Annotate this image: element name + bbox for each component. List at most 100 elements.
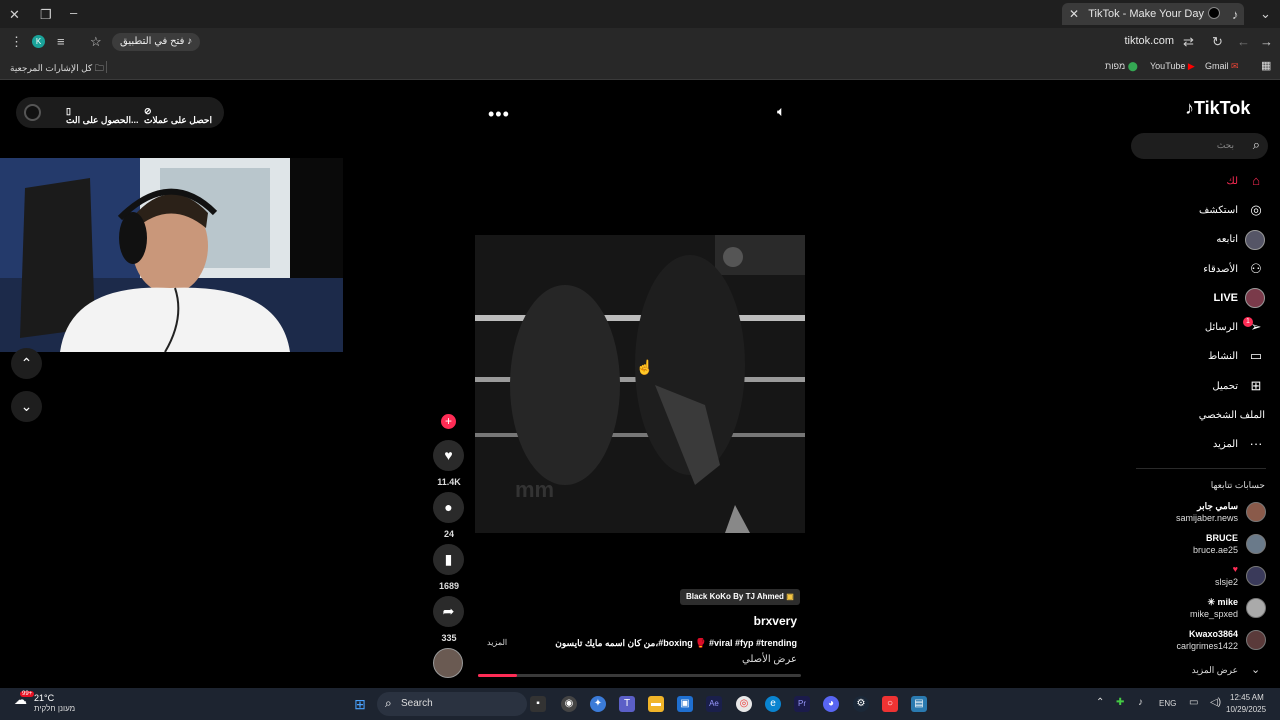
taskbar-search[interactable]: ⌕ Search	[377, 692, 527, 716]
music-disc-avatar[interactable]	[433, 648, 463, 678]
tiktok-logo[interactable]: ♪TikTok	[1185, 98, 1250, 119]
app-icon-1[interactable]: ◉	[561, 696, 577, 712]
caption-more-link[interactable]: المزيد	[487, 638, 507, 647]
following-avatar-icon[interactable]	[1245, 230, 1265, 250]
clock-time[interactable]: 12:45 AM	[1230, 693, 1264, 702]
account-handle[interactable]: carlgrimes1422	[1176, 641, 1238, 651]
share-button[interactable]: ➦	[433, 596, 464, 627]
weather-temp[interactable]: 21°C	[34, 693, 54, 703]
open-in-app-chip[interactable]: فتح في التطبيق ♪	[112, 33, 201, 51]
app-icon-red[interactable]: ○	[882, 696, 898, 712]
get-app-button[interactable]: الحصول على الت... ▯	[66, 106, 139, 125]
like-button[interactable]: ♥	[433, 440, 464, 471]
profile-avatar[interactable]: K	[32, 35, 45, 48]
nav-friends[interactable]: الأصدقاء	[1203, 264, 1238, 275]
tray-app-icon[interactable]: ✚	[1116, 697, 1124, 708]
chevron-down-icon[interactable]: ⌄	[1251, 663, 1260, 676]
comment-button[interactable]: ●	[433, 492, 464, 523]
nav-live[interactable]: LIVE	[1214, 292, 1238, 304]
nav-profile[interactable]: الملف الشخصي	[1199, 410, 1265, 421]
menu-dots-icon[interactable]: ⋮	[10, 35, 23, 48]
show-original-link[interactable]: عرض الأصلي	[742, 654, 797, 665]
account-name[interactable]: ✳ mike	[1207, 597, 1238, 608]
search-icon[interactable]: ⌕	[1253, 137, 1260, 153]
save-button[interactable]: ▮	[433, 544, 464, 575]
language-indicator[interactable]: ENG	[1159, 699, 1176, 708]
nav-explore[interactable]: استكشف	[1199, 205, 1238, 216]
next-video-button[interactable]: ⌄	[11, 391, 42, 422]
see-more-accounts[interactable]: عرض المزيد	[1192, 665, 1238, 676]
nav-messages[interactable]: الرسائل	[1205, 322, 1238, 333]
account-handle[interactable]: mike_spxed	[1190, 609, 1238, 619]
tray-overflow-icon[interactable]: ⌃	[1096, 697, 1104, 708]
nav-for-you[interactable]: لك	[1227, 176, 1238, 187]
premiere-icon[interactable]: Pr	[794, 696, 810, 712]
nav-following[interactable]: اتابعه	[1216, 234, 1238, 245]
bookmark-star-icon[interactable]: ☆	[90, 35, 102, 48]
search-input[interactable]: بحث ⌕	[1131, 133, 1268, 159]
microphone-icon[interactable]: ♪	[1138, 697, 1143, 708]
follow-plus-button[interactable]: +	[441, 414, 456, 429]
chrome-icon[interactable]: ◎	[736, 696, 752, 712]
account-avatar[interactable]	[1246, 534, 1266, 554]
video-progress-bar[interactable]	[478, 674, 801, 677]
file-explorer-icon[interactable]: ▬	[648, 696, 664, 712]
edge-icon[interactable]: e	[765, 696, 781, 712]
account-handle[interactable]: slsje2	[1215, 577, 1238, 587]
account-name[interactable]: سامي جابر	[1197, 501, 1238, 512]
windows-start-icon[interactable]: ⊞	[352, 696, 368, 712]
compass-icon[interactable]: ◎	[1247, 201, 1265, 219]
discord-icon[interactable]: ◕	[823, 696, 839, 712]
reading-list-icon[interactable]: ≡	[57, 35, 65, 48]
clock-date[interactable]: 10/29/2025	[1226, 705, 1266, 714]
account-avatar[interactable]	[1246, 598, 1266, 618]
friends-icon[interactable]: ⚇	[1247, 260, 1265, 278]
tab-search-icon[interactable]: ⌄	[1260, 7, 1271, 20]
volume-icon[interactable]: 🔈︎	[777, 103, 785, 120]
account-handle[interactable]: samijaber.news	[1176, 513, 1238, 523]
upload-icon[interactable]: ⊞	[1247, 377, 1265, 395]
minimize-window-icon[interactable]: –	[70, 6, 77, 19]
nav-activity[interactable]: النشاط	[1208, 351, 1238, 362]
app-icon-blue[interactable]: ▤	[911, 696, 927, 712]
live-icon[interactable]	[1245, 288, 1265, 308]
account-avatar[interactable]	[1246, 630, 1266, 650]
close-window-icon[interactable]: ✕	[9, 8, 20, 21]
music-chip[interactable]: Black KoKo By TJ Ahmed ▣	[680, 589, 800, 605]
reload-icon[interactable]: ↻	[1212, 35, 1223, 48]
account-avatar[interactable]	[1246, 566, 1266, 586]
all-bookmarks-link[interactable]: كل الإشارات المرجعية 🗀	[10, 61, 104, 77]
browser-tab-tiktok[interactable]: ✕ TikTok - Make Your Day	[1062, 3, 1244, 25]
after-effects-icon[interactable]: Ae	[706, 696, 722, 712]
address-bar-url[interactable]: tiktok.com	[1124, 35, 1174, 47]
restore-window-icon[interactable]: ❐	[40, 8, 52, 21]
account-handle[interactable]: bruce.ae25	[1193, 545, 1238, 555]
gmail-bookmark[interactable]: Gmail ✉	[1205, 61, 1239, 72]
account-circle-icon[interactable]	[24, 104, 41, 121]
copilot-icon[interactable]: ✦	[590, 696, 606, 712]
activity-icon[interactable]: ▭	[1247, 347, 1265, 365]
nav-more[interactable]: المزيد	[1213, 439, 1238, 450]
site-settings-icon[interactable]: ⇄	[1183, 35, 1194, 48]
maps-bookmark[interactable]: מפות ⬤	[1105, 61, 1138, 72]
account-name[interactable]: Kwaxo3864	[1189, 629, 1238, 639]
home-icon[interactable]: ⌂	[1247, 172, 1265, 190]
back-icon[interactable]: →	[1260, 35, 1273, 48]
volume-tray-icon[interactable]: ◁)	[1210, 697, 1221, 708]
video-player[interactable]: mm ☝	[475, 235, 805, 533]
teams-icon[interactable]: T	[619, 696, 635, 712]
apps-grid-icon[interactable]: ▦	[1261, 59, 1271, 72]
weather-desc[interactable]: מעונן חלקית	[34, 704, 75, 713]
video-author[interactable]: brxvery	[754, 614, 797, 628]
youtube-bookmark[interactable]: YouTube ▶	[1150, 61, 1195, 72]
more-dots-icon[interactable]: ···	[1247, 435, 1265, 453]
task-view-icon[interactable]: ▪	[530, 696, 546, 712]
account-avatar[interactable]	[1246, 502, 1266, 522]
steam-icon[interactable]: ⚙	[853, 696, 869, 712]
get-coins-button[interactable]: احصل على عملات ⊘	[144, 106, 212, 125]
close-tab-icon[interactable]: ✕	[1069, 7, 1079, 21]
forward-icon[interactable]: ←	[1237, 35, 1250, 48]
previous-video-button[interactable]: ⌃	[11, 348, 42, 379]
nav-upload[interactable]: تحميل	[1212, 381, 1238, 392]
more-options-icon[interactable]: •••	[488, 104, 510, 125]
